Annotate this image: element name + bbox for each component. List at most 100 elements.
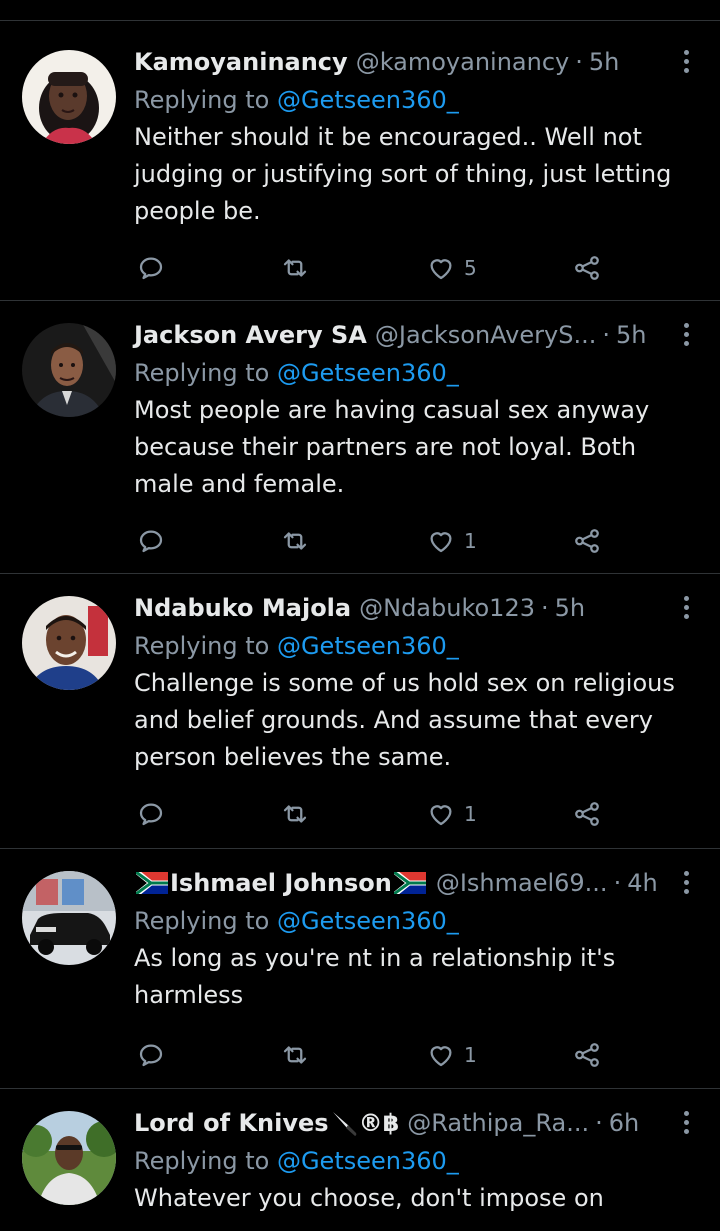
retweet-button[interactable] [280,523,310,559]
replying-prefix: Replying to [134,86,270,114]
timestamp[interactable]: 5h [589,48,619,76]
tweet-item[interactable]: Jackson Avery SA @JacksonAveryS... · 5h … [0,301,720,574]
avatar[interactable] [22,596,116,690]
author-name-suffix: ®฿ [358,1109,400,1137]
author-name[interactable]: Jackson Avery SA [134,321,367,349]
separator: · [540,594,549,622]
more-options-icon[interactable] [676,48,696,78]
tweet-text: Whatever you choose, don't impose on [134,1184,604,1212]
tweet-item[interactable]: Ndabuko Majola @Ndabuko123 · 5h Replying… [0,574,720,849]
more-options-icon[interactable] [676,1109,696,1139]
replying-to: Replying to @Getseen360_ [134,1143,700,1179]
heart-icon [430,532,452,553]
tweet-actions: 1 [134,796,614,832]
like-count: 1 [464,1043,477,1067]
mention-link[interactable]: @Getseen360_ [277,632,459,660]
reply-feed: Kamoyaninancy @kamoyaninancy · 5h Replyi… [0,28,720,1231]
timestamp[interactable]: 4h [627,869,657,897]
retweet-icon [283,259,307,277]
reply-icon [139,803,163,826]
heart-icon [430,805,452,826]
reply-button[interactable] [136,1037,166,1073]
share-icon [575,1043,599,1067]
tweet-text: Most people are having casual sex anyway… [134,396,650,498]
avatar[interactable] [22,323,116,417]
retweet-button[interactable] [280,796,310,832]
retweet-icon [283,532,307,550]
reply-button[interactable] [136,250,166,286]
mention-link[interactable]: @Getseen360_ [277,1147,459,1175]
replying-prefix: Replying to [134,632,270,660]
tweet-text: Challenge is some of us hold sex on reli… [134,669,675,771]
reply-button[interactable] [136,523,166,559]
author-handle[interactable]: @Rathipa_Ra... [407,1109,589,1137]
timestamp[interactable]: 5h [555,594,585,622]
like-count: 1 [464,802,477,826]
tweet-item[interactable]: Ishmael Johnson @Ishmael69... · 4h Reply… [0,849,720,1089]
knife-icon [332,1112,356,1136]
tweet-text: Neither should it be encouraged.. Well n… [134,123,672,225]
tweet-actions: 1 [134,523,614,559]
mention-link[interactable]: @Getseen360_ [277,907,459,935]
share-button[interactable] [572,523,602,559]
share-button[interactable] [572,250,602,286]
replying-to: Replying to @Getseen360_ [134,628,700,664]
timestamp[interactable]: 5h [616,321,646,349]
like-button[interactable]: 1 [426,523,477,559]
share-button[interactable] [572,1037,602,1073]
reply-icon [139,1044,163,1067]
retweet-icon [283,805,307,823]
timestamp[interactable]: 6h [609,1109,639,1137]
share-icon [575,802,599,826]
replying-to: Replying to @Getseen360_ [134,82,700,118]
author-handle[interactable]: @kamoyaninancy [356,48,570,76]
separator: · [602,321,610,349]
tweet-item[interactable]: Kamoyaninancy @kamoyaninancy · 5h Replyi… [0,28,720,301]
separator: · [613,869,622,897]
avatar[interactable] [22,50,116,144]
retweet-button[interactable] [280,250,310,286]
replying-prefix: Replying to [134,359,270,387]
like-button[interactable]: 1 [426,1037,477,1073]
author-handle[interactable]: @JacksonAveryS... [375,321,596,349]
tweet-actions: 5 [134,250,614,286]
reply-icon [139,257,163,280]
author-handle[interactable]: @Ndabuko123 [359,594,535,622]
mention-link[interactable]: @Getseen360_ [277,86,459,114]
reply-button[interactable] [136,796,166,832]
avatar[interactable] [22,1111,116,1205]
share-button[interactable] [572,796,602,832]
more-options-icon[interactable] [676,321,696,351]
tweet-actions: 1 [134,1037,614,1073]
tweet-text: As long as you're nt in a relationship i… [134,944,616,1009]
more-options-icon[interactable] [676,869,696,899]
reply-icon [139,530,163,553]
replying-prefix: Replying to [134,907,270,935]
author-name[interactable]: Lord of Knives [134,1109,329,1137]
heart-icon [430,1046,452,1067]
mention-link[interactable]: @Getseen360_ [277,359,459,387]
retweet-button[interactable] [280,1037,310,1073]
like-button[interactable]: 1 [426,796,477,832]
south-africa-flag-icon [393,872,426,894]
separator: · [575,48,583,76]
author-handle[interactable]: @Ishmael69... [436,869,608,897]
south-africa-flag-icon [136,872,168,894]
like-count: 1 [464,529,477,553]
author-name[interactable]: Ishmael Johnson [170,869,392,897]
share-icon [575,529,599,553]
more-options-icon[interactable] [676,594,696,624]
top-divider [0,20,720,21]
like-count: 5 [464,256,477,280]
separator: · [595,1109,603,1137]
replying-prefix: Replying to [134,1147,270,1175]
tweet-item[interactable]: Lord of Knives ®฿ @Rathipa_Ra... · 6h Re… [0,1089,720,1231]
like-button[interactable]: 5 [426,250,477,286]
retweet-icon [283,1046,307,1064]
heart-icon [430,259,452,280]
avatar[interactable] [22,871,116,965]
author-name[interactable]: Ndabuko Majola [134,594,351,622]
author-name[interactable]: Kamoyaninancy [134,48,348,76]
replying-to: Replying to @Getseen360_ [134,355,700,391]
share-icon [575,256,599,280]
